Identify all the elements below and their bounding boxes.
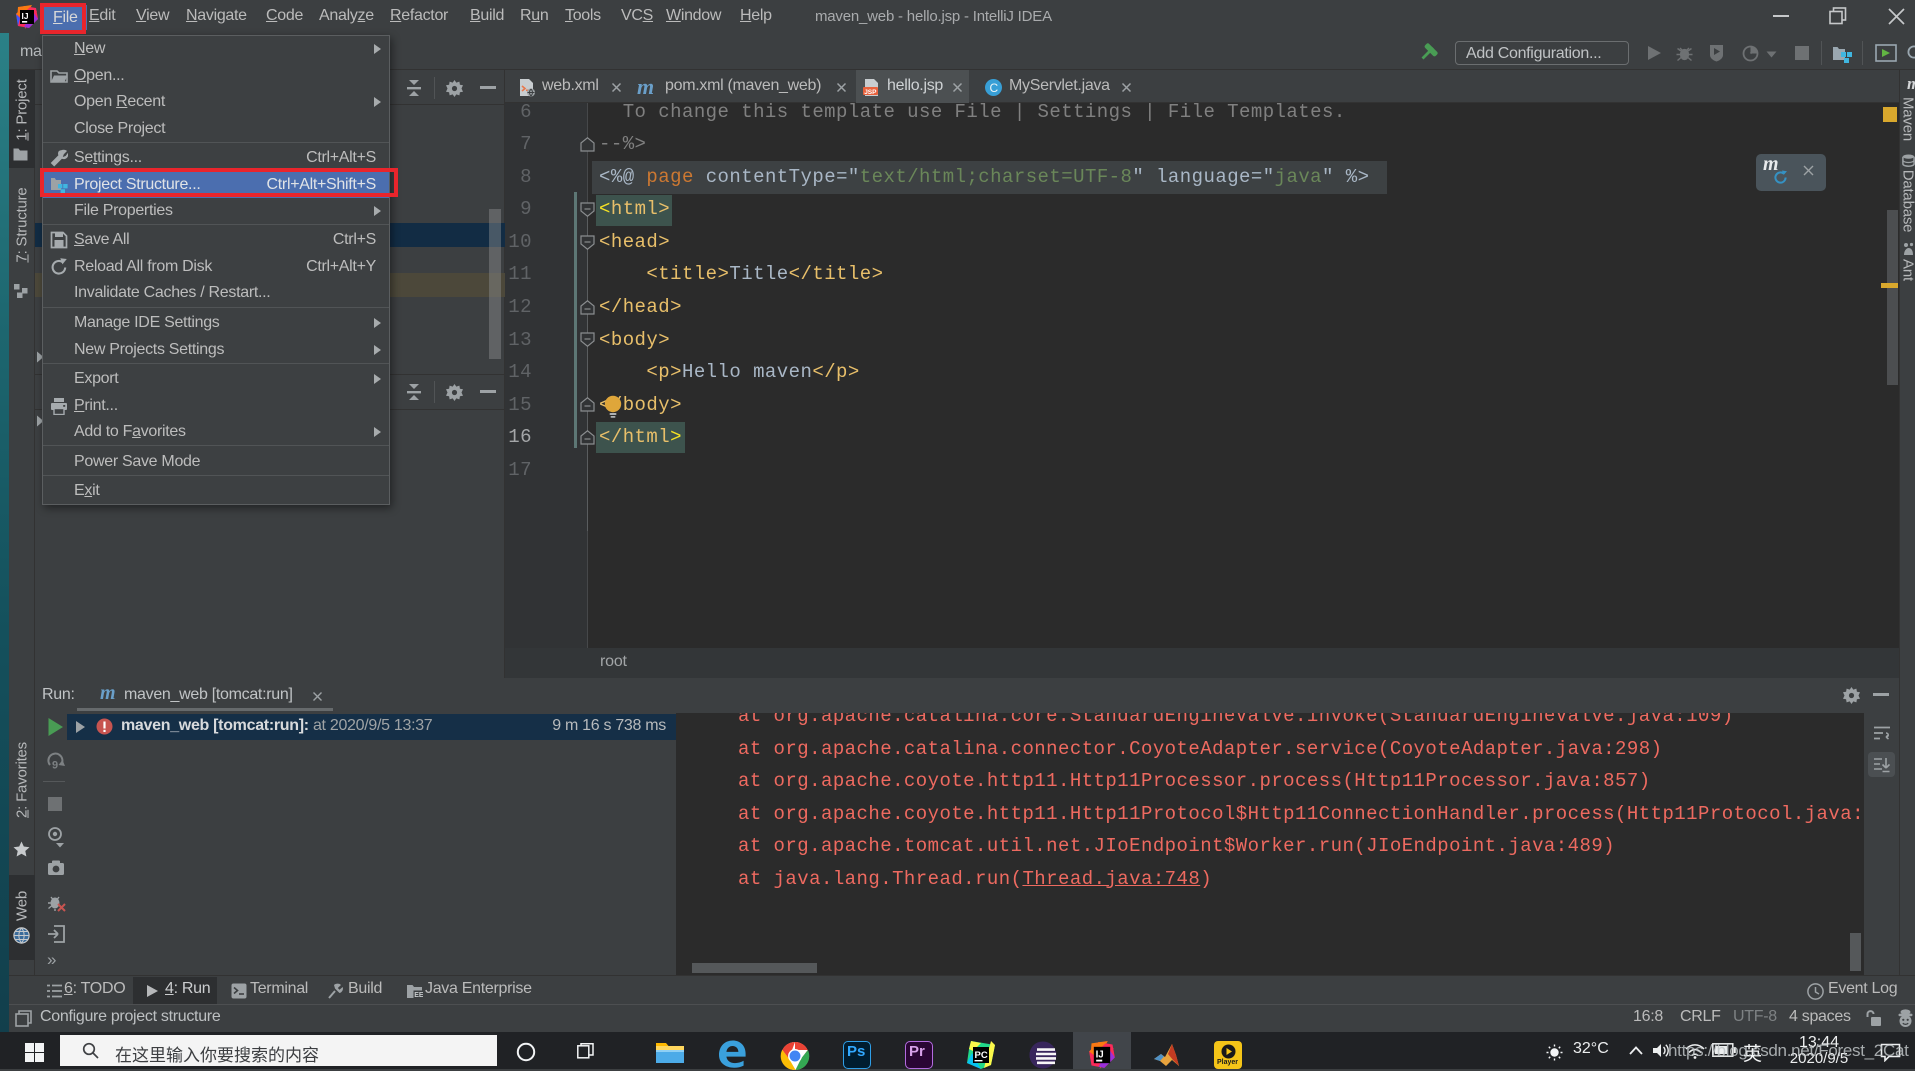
svg-text:9: 9 <box>52 760 58 771</box>
svg-text:IJ: IJ <box>22 11 29 21</box>
svg-text:EE: EE <box>414 992 423 999</box>
svg-text:PC: PC <box>975 1050 988 1061</box>
svg-text:IJ: IJ <box>1096 1049 1104 1060</box>
svg-text:C: C <box>990 81 999 95</box>
